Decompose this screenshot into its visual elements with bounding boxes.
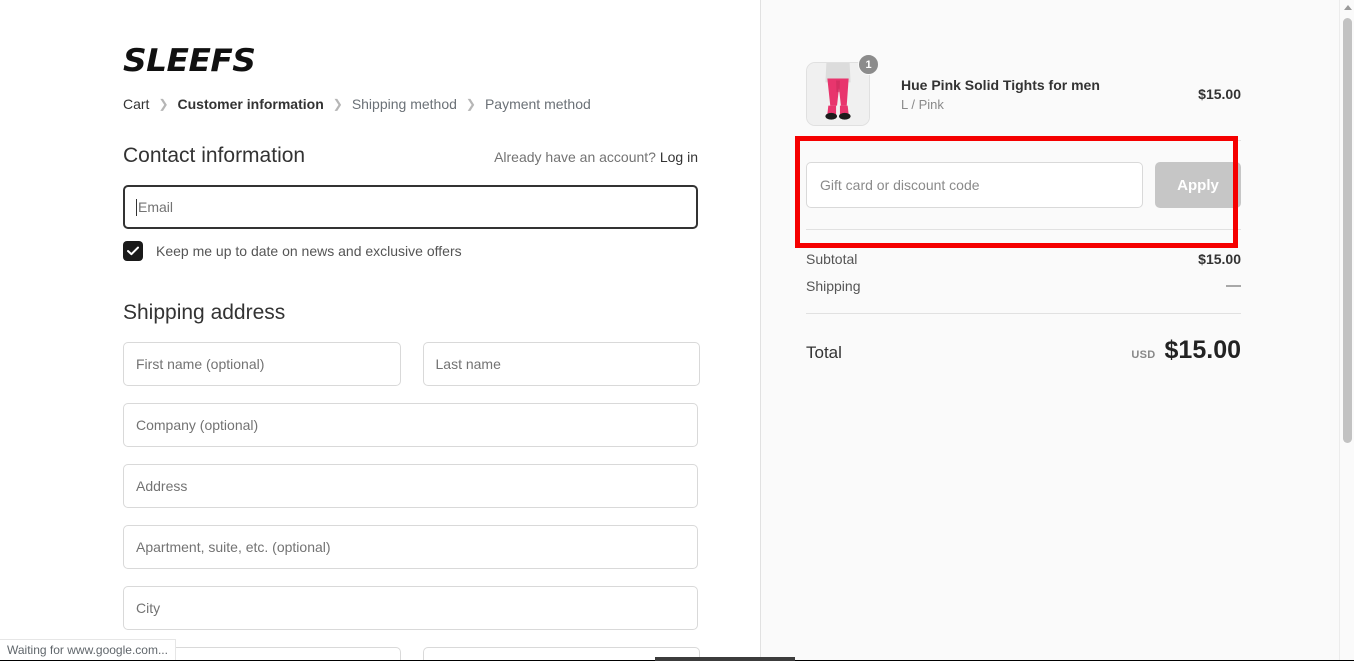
discount-section: Gift card or discount code Apply	[806, 140, 1241, 230]
first-name-field[interactable]: First name (optional)	[123, 342, 401, 386]
page-title: Contact information	[123, 144, 306, 167]
breadcrumb: Cart ❯ Customer information ❯ Shipping m…	[123, 97, 700, 111]
product-info: Hue Pink Solid Tights for men L / Pink	[870, 76, 1198, 112]
quantity-badge: 1	[858, 54, 879, 75]
checkout-form-panel: SLEEFS Cart ❯ Customer information ❯ Shi…	[0, 0, 761, 661]
breadcrumb-item-shipping-method: Shipping method	[351, 96, 457, 112]
status-text: Waiting for www.google.com...	[7, 643, 168, 657]
checkout-page: SLEEFS Cart ❯ Customer information ❯ Shi…	[0, 0, 1354, 661]
newsletter-label: Keep me up to date on news and exclusive…	[156, 243, 462, 259]
apartment-placeholder: Apartment, suite, etc. (optional)	[136, 539, 331, 555]
total-label: Total	[806, 343, 842, 362]
login-link[interactable]: Log in	[660, 149, 698, 165]
divider	[806, 140, 1241, 141]
contact-information-header: Contact information Already have an acco…	[123, 144, 698, 168]
account-prompt-text: Already have an account?	[494, 149, 656, 165]
breadcrumb-item-cart[interactable]: Cart	[123, 97, 149, 111]
product-price: $15.00	[1198, 86, 1241, 102]
divider	[806, 313, 1241, 314]
scrollbar-thumb[interactable]	[1343, 18, 1352, 443]
total-amount-group: USD $15.00	[1131, 336, 1241, 365]
sleefs-logo[interactable]: SLEEFS	[123, 46, 735, 77]
subtotal-label: Subtotal	[806, 251, 858, 267]
total-currency: USD	[1131, 349, 1156, 361]
totals-section: Subtotal $15.00 Shipping — Total USD $15…	[806, 246, 1241, 365]
product-variant: L / Pink	[901, 97, 944, 113]
product-thumbnail-wrap: 1	[806, 54, 879, 126]
total-amount: $15.00	[1164, 336, 1241, 364]
breadcrumb-item-customer-information[interactable]: Customer information	[178, 97, 324, 111]
email-field[interactable]: Email	[123, 185, 698, 229]
text-cursor	[136, 198, 137, 216]
shipping-row: Shipping —	[806, 272, 1241, 299]
grand-total-row: Total USD $15.00	[806, 336, 1241, 365]
order-summary-panel: 1 Hue Pink Solid Tights for men L / Pink…	[761, 0, 1354, 661]
email-placeholder: Email	[138, 199, 174, 215]
discount-code-input[interactable]: Gift card or discount code	[806, 162, 1143, 208]
product-name: Hue Pink Solid Tights for men	[901, 76, 1100, 93]
first-name-placeholder: First name (optional)	[136, 356, 265, 372]
scroll-up-arrow-icon[interactable]	[1344, 5, 1352, 10]
divider	[806, 229, 1241, 230]
chevron-right-icon: ❯	[465, 97, 476, 111]
checkmark-icon	[127, 246, 139, 256]
account-prompt: Already have an account? Log in	[494, 149, 698, 165]
address-placeholder: Address	[136, 478, 188, 494]
newsletter-checkbox[interactable]	[123, 241, 143, 261]
partial-field-row	[123, 647, 700, 661]
taskbar-indicator	[655, 657, 795, 661]
address-field[interactable]: Address	[123, 464, 698, 508]
city-field[interactable]: City	[123, 586, 698, 630]
discount-row: Gift card or discount code Apply	[806, 162, 1241, 208]
chevron-right-icon: ❯	[158, 97, 169, 111]
company-placeholder: Company (optional)	[136, 417, 259, 433]
shipping-address-title: Shipping address	[123, 301, 286, 324]
name-field-row: First name (optional) Last name	[123, 342, 700, 386]
shipping-value: —	[1226, 277, 1241, 294]
company-field[interactable]: Company (optional)	[123, 403, 698, 447]
apartment-field[interactable]: Apartment, suite, etc. (optional)	[123, 525, 698, 569]
breadcrumb-item-payment-method: Payment method	[484, 96, 591, 112]
newsletter-checkbox-row[interactable]: Keep me up to date on news and exclusive…	[123, 241, 700, 261]
page-scrollbar[interactable]	[1339, 0, 1354, 661]
discount-placeholder: Gift card or discount code	[820, 177, 980, 193]
browser-status-bar: Waiting for www.google.com...	[0, 639, 176, 660]
city-placeholder: City	[136, 600, 161, 616]
subtotal-row: Subtotal $15.00	[806, 246, 1241, 272]
shipping-label: Shipping	[806, 277, 861, 294]
chevron-right-icon: ❯	[332, 97, 343, 111]
apply-discount-button[interactable]: Apply	[1155, 162, 1241, 208]
last-name-field[interactable]: Last name	[422, 342, 700, 386]
subtotal-value: $15.00	[1198, 251, 1241, 267]
last-name-placeholder: Last name	[435, 356, 501, 372]
order-line-item: 1 Hue Pink Solid Tights for men L / Pink…	[806, 54, 1241, 126]
product-image	[807, 63, 869, 125]
